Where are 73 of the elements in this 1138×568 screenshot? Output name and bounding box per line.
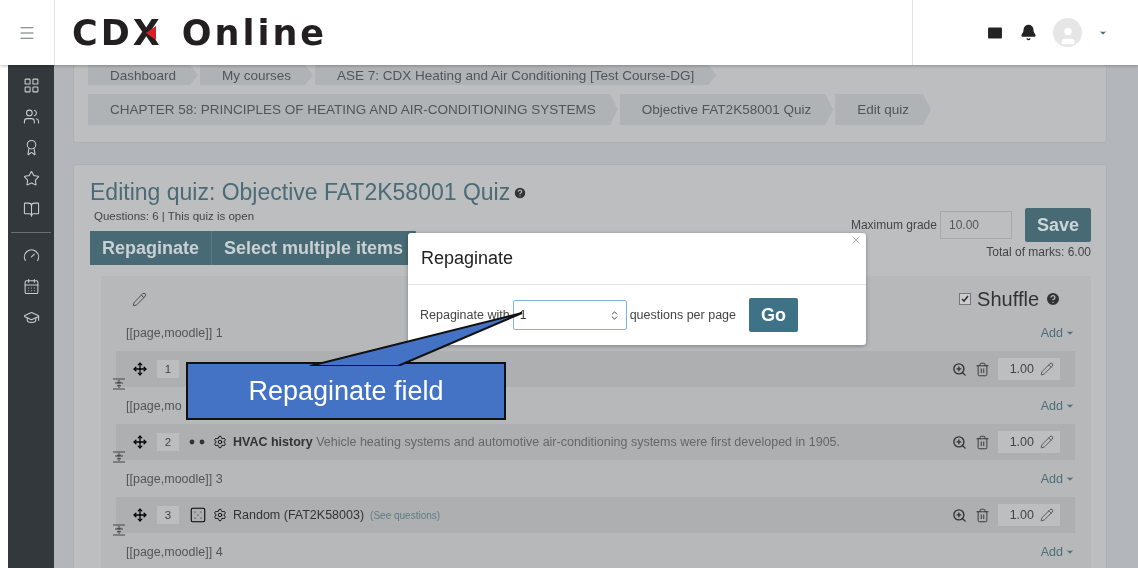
trash-icon[interactable]: [975, 507, 990, 523]
add-link[interactable]: Add: [1040, 471, 1075, 486]
shuffle-label: Shuffle: [977, 287, 1039, 311]
move-icon[interactable]: [133, 435, 147, 449]
triangle-icon: [145, 25, 156, 40]
select-value: 1: [519, 308, 527, 322]
help-icon: [1045, 291, 1061, 307]
mark-field[interactable]: 1.00: [998, 358, 1060, 380]
page-label: [[page,mo: [126, 398, 182, 413]
mark-field[interactable]: 1.00: [998, 504, 1060, 526]
callout: Repaginate field: [186, 362, 506, 420]
move-icon[interactable]: [133, 362, 147, 376]
trash-icon[interactable]: [975, 361, 990, 377]
add-link[interactable]: Add: [1040, 544, 1075, 559]
save-button[interactable]: Save: [1024, 208, 1091, 242]
questions-per-page-select[interactable]: 1: [512, 300, 627, 330]
mark-value: 1.00: [1009, 435, 1034, 449]
shuffle-checkbox[interactable]: [959, 293, 972, 305]
mark-value: 1.00: [1009, 362, 1034, 376]
dots-icon: [189, 439, 207, 445]
trash-icon[interactable]: [975, 434, 990, 450]
gear-icon[interactable]: [213, 508, 227, 522]
pencil-icon[interactable]: [1040, 362, 1054, 376]
toolbar-button[interactable]: Repaginate: [90, 231, 213, 265]
users-icon[interactable]: [22, 108, 40, 125]
breadcrumb-item[interactable]: My courses: [200, 65, 314, 85]
quiz-info: Questions: 6 | This quiz is open: [94, 210, 256, 222]
question-number: 3: [157, 506, 179, 524]
gauge-icon[interactable]: [22, 247, 40, 264]
move-icon[interactable]: [133, 508, 147, 522]
dice-icon: [189, 506, 207, 524]
page-break-icon[interactable]: [112, 523, 126, 537]
grid-icon[interactable]: [22, 77, 40, 94]
per-page-label: questions per page: [629, 308, 736, 322]
max-grade-field[interactable]: 10.00: [939, 211, 1012, 239]
zoom-in-icon[interactable]: [952, 507, 967, 523]
zoom-in-icon[interactable]: [952, 434, 967, 450]
calendar-icon[interactable]: [22, 278, 40, 295]
go-button[interactable]: Go: [749, 298, 798, 332]
zoom-in-icon[interactable]: [952, 361, 967, 377]
toolbar-button[interactable]: Select multiple items: [212, 231, 417, 265]
pencil-icon[interactable]: [1040, 435, 1054, 449]
see-questions-link[interactable]: (See questions): [370, 509, 441, 521]
graduation-cap-icon[interactable]: [22, 309, 40, 326]
mark-field[interactable]: 1.00: [998, 431, 1060, 453]
page-break-icon[interactable]: [112, 377, 126, 391]
add-link[interactable]: Add: [1040, 398, 1075, 413]
question-number: 2: [157, 433, 179, 451]
mark-value: 1.00: [1009, 508, 1034, 522]
breadcrumb-item[interactable]: Objective FAT2K58001 Quiz: [619, 94, 834, 125]
breadcrumb-item[interactable]: Edit quiz: [835, 94, 931, 125]
pencil-icon[interactable]: [1040, 508, 1054, 522]
page-break-icon[interactable]: [112, 450, 126, 464]
breadcrumb-item[interactable]: CHAPTER 58: PRINCIPLES OF HEATING AND AIR-CONDITIONING SYSTEMS: [88, 94, 618, 125]
page-label: [[page,moodle]] 1: [126, 325, 223, 340]
bell-icon[interactable]: [1020, 24, 1037, 41]
book-icon[interactable]: [22, 201, 40, 218]
page-label: [[page,moodle]] 4: [126, 544, 223, 559]
question-title: Random (FAT2K58003): [233, 508, 365, 522]
breadcrumb-item[interactable]: ASE 7: CDX Heating and Air Conditioning [Test Course-DG]: [315, 65, 717, 85]
max-grade-label: Maximum grade: [850, 218, 937, 232]
breadcrumb-item[interactable]: Dashboard: [88, 65, 199, 85]
star-icon[interactable]: [22, 170, 40, 187]
question-title: HVAC history Vehicle heating systems and automotive air-conditioning systems were first developed in 1905.: [233, 435, 841, 449]
dialog-title: Repaginate: [421, 248, 514, 269]
total-marks: Total of marks: 6.00: [986, 245, 1091, 259]
add-link[interactable]: Add: [1040, 325, 1075, 340]
page-label: [[page,moodle]] 3: [126, 471, 223, 486]
gear-icon[interactable]: [213, 435, 227, 449]
page-title: Editing quiz: Objective FAT2K58001 Quiz: [90, 179, 528, 206]
question-number: 1: [157, 360, 179, 378]
help-icon: [513, 185, 528, 200]
pencil-icon[interactable]: [132, 291, 147, 307]
